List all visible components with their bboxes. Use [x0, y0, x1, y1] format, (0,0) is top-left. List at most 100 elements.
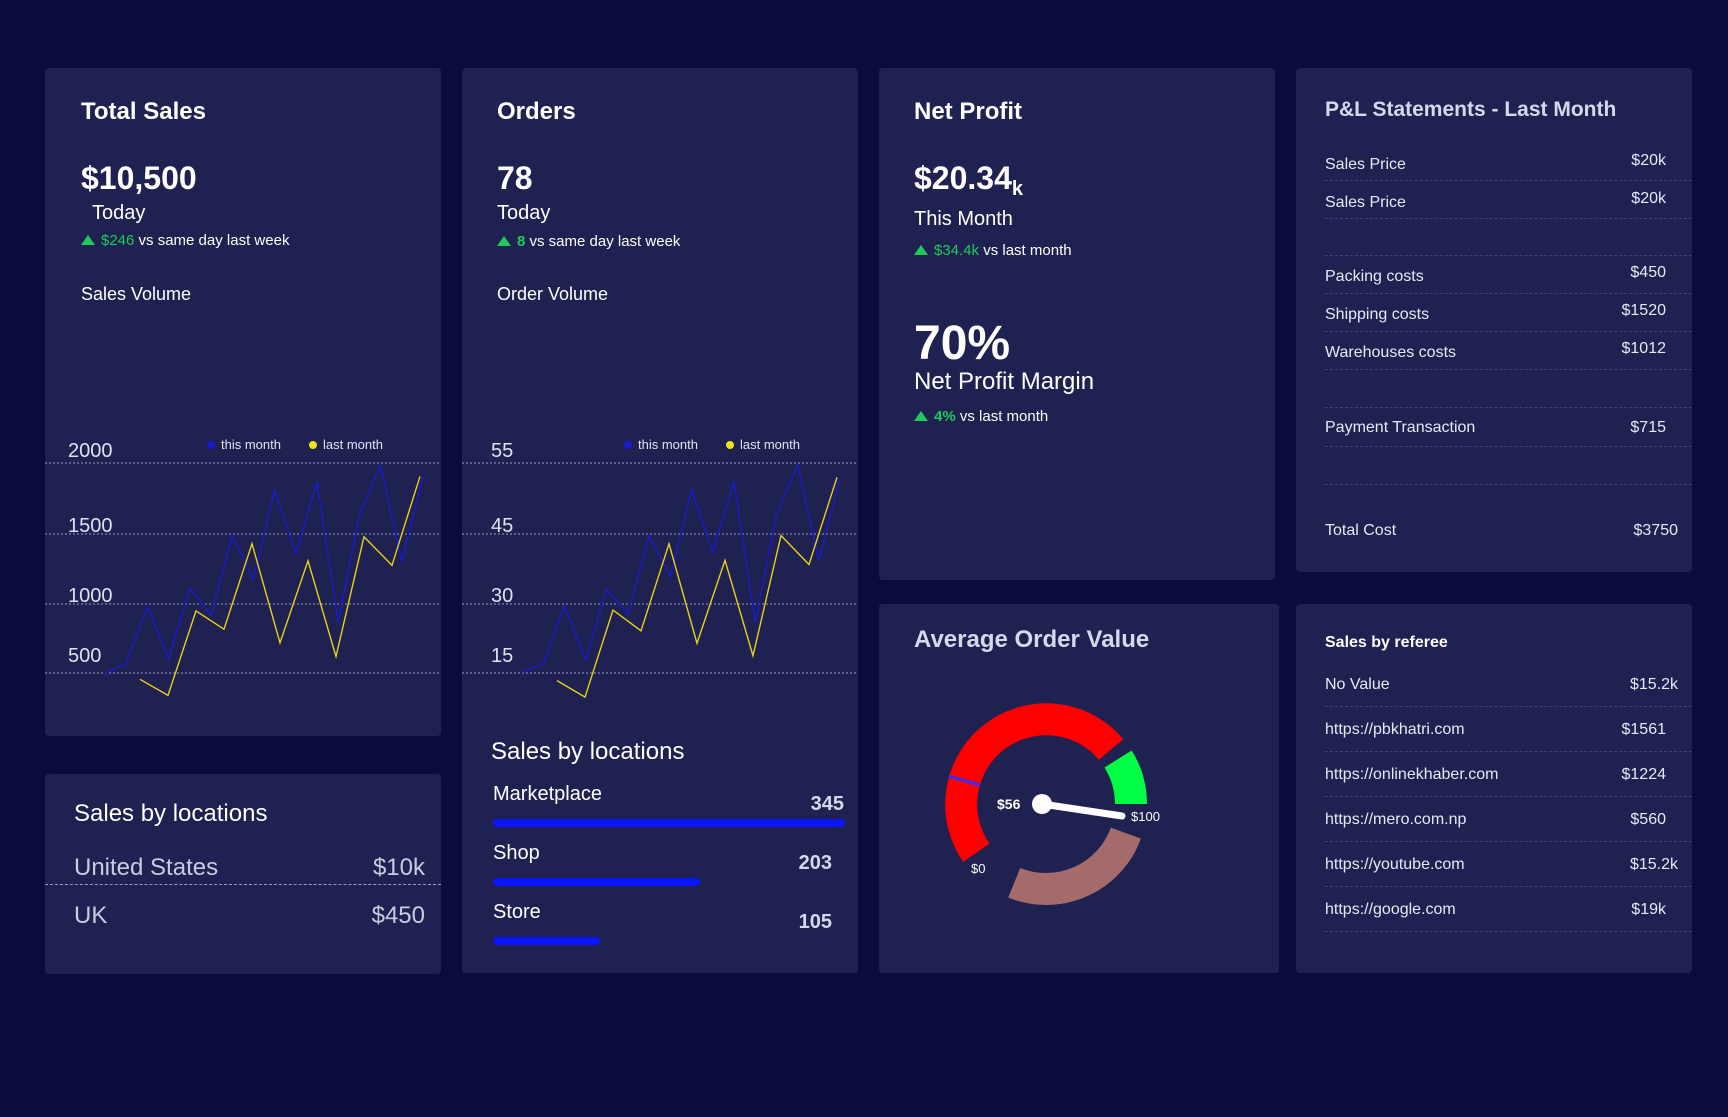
up-arrow-icon — [81, 235, 95, 245]
referee-row-value: $1224 — [1621, 766, 1667, 783]
gauge-min-label: $0 — [971, 861, 985, 876]
pl-row-value: $20k — [1631, 152, 1666, 169]
sales-volume-legend-swatch — [207, 441, 215, 449]
total-sales-value: $10,500 — [81, 160, 197, 196]
location-bar — [493, 819, 845, 827]
pl-row-divider — [1325, 407, 1692, 408]
pl-row-divider — [1325, 180, 1692, 181]
referee-row-label: https://mero.com.np — [1325, 811, 1467, 828]
referee-row-divider — [1325, 706, 1692, 707]
sales-volume-series-line — [104, 462, 424, 675]
referee-rows: No Value $15.2k https://pbkhatri.com $1561 h… — [1296, 604, 1692, 973]
location-bar-label: Marketplace — [493, 783, 602, 805]
total-sales-title: Total Sales — [81, 98, 206, 125]
sales-volume-legend-label: this month — [221, 437, 281, 452]
referee-row-divider — [1325, 796, 1692, 797]
referee-row-label: https://pbkhatri.com — [1325, 721, 1465, 738]
location-bar-label: Shop — [493, 842, 540, 864]
referee-row-value: $15.2k — [1629, 676, 1678, 693]
net-profit-margin-value: 70% — [914, 317, 1011, 370]
referee-card: Sales by referee No Value $15.2k https://p… — [1296, 604, 1692, 973]
pl-row-value: $20k — [1631, 190, 1666, 207]
pl-row-value: $715 — [1630, 419, 1666, 436]
sales-volume-ytick-label: 2000 — [68, 440, 113, 462]
net-profit-margin-label: Net Profit Margin — [914, 368, 1095, 395]
total-sales-period: Today — [92, 202, 146, 224]
gauge-segment-mid — [1104, 750, 1147, 805]
net-profit-amount: $20.34 — [914, 160, 1012, 196]
referee-row-label: https://google.com — [1325, 901, 1456, 918]
total-sales-delta-text: vs same day last week — [138, 232, 290, 249]
location-row-value: $10k — [372, 854, 425, 881]
gauge-max-label: $100 — [1131, 809, 1160, 824]
referee-row-value: $15.2k — [1629, 856, 1678, 873]
location-row-label: United States — [74, 854, 219, 881]
gauge-segment-low — [945, 703, 1124, 862]
sales-volume-ytick-label: 500 — [68, 645, 101, 667]
net-profit-title: Net Profit — [914, 98, 1022, 125]
gauge-needle — [1038, 800, 1126, 820]
pl-row-label: Sales Price — [1325, 156, 1406, 173]
net-profit-value: $20.34k — [914, 160, 1023, 201]
net-profit-margin-delta-text: vs last month — [959, 408, 1049, 425]
location-bar — [493, 937, 600, 945]
pl-row-value: $450 — [1630, 264, 1666, 281]
location-bar-value: 345 — [810, 793, 844, 815]
referee-row-divider — [1325, 931, 1692, 932]
location-bar-value: 105 — [798, 911, 832, 933]
referee-row-label: No Value — [1325, 676, 1390, 693]
pl-row-label: Packing costs — [1325, 268, 1424, 285]
net-profit-unit: k — [1011, 178, 1023, 200]
pl-statements-card: P&L Statements - Last Month Sales Price $… — [1296, 68, 1692, 572]
referee-row-value: $560 — [1630, 811, 1666, 828]
total-sales-delta-value: $246 — [101, 232, 135, 249]
location-bar — [493, 878, 700, 886]
sales-volume-title: Sales Volume — [81, 284, 192, 304]
pl-row-value: $3750 — [1633, 522, 1679, 539]
referee-row-divider — [1325, 751, 1692, 752]
sales-volume-legend-label: last month — [323, 437, 383, 452]
net-profit-period: This Month — [914, 208, 1013, 230]
orders-card: Orders 78 Today 8 vs same day last week … — [462, 68, 858, 973]
pl-row-label: Sales Price — [1325, 194, 1406, 211]
gauge-value-label: $56 — [997, 796, 1021, 812]
referee-row-value: $19k — [1631, 901, 1666, 918]
location-row-divider — [45, 884, 441, 885]
net-profit-margin-delta-value: 4% — [934, 408, 956, 425]
gauge-segment-high — [1008, 827, 1141, 905]
net-profit-card: Net Profit $20.34k This Month $34.4k vs … — [879, 68, 1275, 580]
pl-row-value: $1520 — [1621, 302, 1667, 319]
aov-gauge: $56 $0 $100 — [945, 703, 1160, 905]
pl-rows: Sales Price $20k Sales Price $20k Packing co… — [1296, 68, 1692, 572]
location-bars: Marketplace 345 Shop 203 Store 105 — [462, 68, 858, 973]
up-arrow-icon — [914, 411, 928, 421]
referee-row-label: https://youtube.com — [1325, 856, 1465, 873]
pl-row-label: Warehouses costs — [1325, 344, 1457, 361]
location-bar-value: 203 — [798, 852, 832, 874]
pl-row-divider — [1325, 218, 1692, 219]
pl-row-divider — [1325, 255, 1692, 256]
total-sales-card: Total Sales $10,500 Today $246 vs same d… — [45, 68, 441, 736]
total-sales-delta: $246 vs same day last week — [81, 232, 289, 249]
location-row-label: UK — [74, 902, 108, 929]
pl-row-divider — [1325, 331, 1692, 332]
pl-row-label: Shipping costs — [1325, 306, 1430, 323]
sales-volume-series-line — [139, 476, 421, 697]
pl-row-divider — [1325, 369, 1692, 370]
pl-row-label: Total Cost — [1325, 522, 1397, 539]
sales-volume-ytick-label: 1000 — [68, 585, 113, 607]
net-profit-delta-value: $34.4k — [934, 242, 980, 259]
sales-volume-chart: 2000150010005000Maythis monthlast month — [45, 437, 441, 718]
sales-volume-ytick-label: 0 — [68, 715, 79, 718]
net-profit-delta-text: vs last month — [983, 242, 1072, 259]
sales-volume-ytick-label: 1500 — [68, 515, 113, 537]
referee-row-divider — [1325, 841, 1692, 842]
referee-row-value: $1561 — [1621, 721, 1667, 738]
locations-left-card: Sales by locations United States $10k UK $4… — [45, 774, 441, 974]
aov-title: Average Order Value — [914, 626, 1150, 653]
aov-card: Average Order Value $56 $0 $100 — [879, 604, 1279, 973]
pl-row-value: $1012 — [1621, 340, 1667, 357]
referee-row-label: https://onlinekhaber.com — [1325, 766, 1499, 783]
pl-row-divider — [1325, 484, 1692, 485]
sales-volume-legend-swatch — [309, 441, 317, 449]
